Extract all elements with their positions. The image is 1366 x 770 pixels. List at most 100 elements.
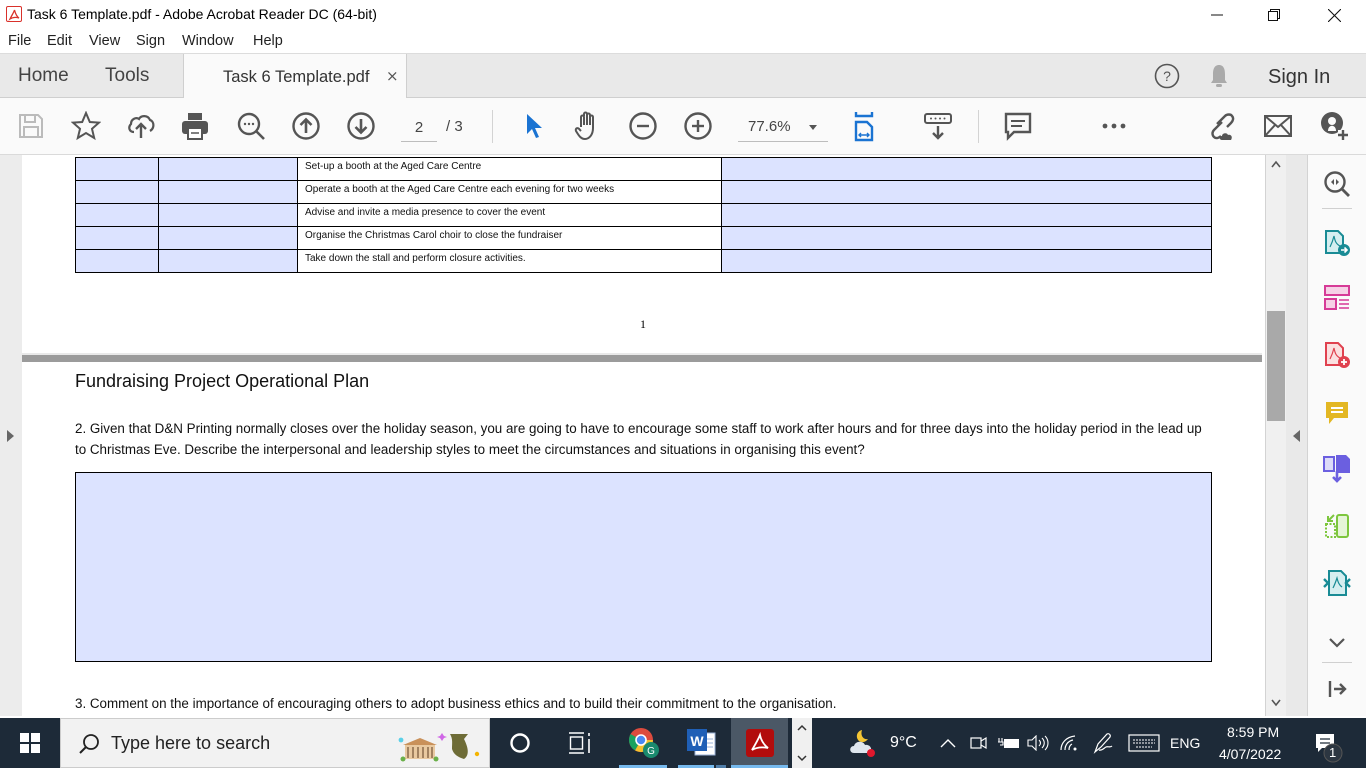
zoom-out-icon[interactable] [627,110,659,142]
hand-icon[interactable] [572,110,604,142]
combine-files-icon[interactable] [1322,453,1352,483]
taskbar-chrome[interactable]: G [619,718,669,768]
pen-workspace-tray-icon[interactable] [1090,718,1116,768]
share-link-icon[interactable] [1205,110,1237,142]
fit-page-icon[interactable] [852,110,884,142]
form-field-cell[interactable] [75,226,159,250]
help-icon[interactable]: ? [1154,63,1180,89]
create-form-icon[interactable] [1322,283,1352,313]
weather-widget[interactable] [846,718,882,768]
menu-view[interactable]: View [89,33,120,49]
scrollbar-thumb[interactable] [1267,311,1285,421]
action-center-button[interactable]: 1 [1306,726,1346,766]
add-user-icon[interactable] [1318,110,1350,142]
close-window-button[interactable] [1311,0,1357,30]
menu-window[interactable]: Window [182,33,234,49]
acrobat-app-icon [6,6,22,22]
menu-help[interactable]: Help [253,33,283,49]
clock[interactable]: 8:59 PM 4/07/2022 [1212,722,1282,766]
form-field-cell[interactable] [721,226,1212,250]
form-field-cell[interactable] [75,249,159,273]
right-pane-toggle[interactable] [1286,155,1308,716]
volume-tray-icon[interactable] [1026,718,1050,768]
pdf-page-2: Fundraising Project Operational Plan 2. … [22,362,1262,716]
select-arrow-icon[interactable] [518,110,550,142]
save-icon[interactable] [15,110,47,142]
zoom-level-dropdown[interactable]: 77.6% [738,114,828,142]
scroll-down-icon[interactable] [1270,698,1282,708]
page-number-input[interactable] [401,114,437,142]
close-tab-icon[interactable]: × [386,67,399,85]
taskbar-overflow-scroller[interactable] [792,718,812,768]
export-pdf-icon[interactable] [1322,228,1352,258]
show-hidden-icons-button[interactable] [937,718,959,768]
page-up-icon[interactable] [290,110,322,142]
organize-pages-icon[interactable] [1322,511,1352,541]
touch-keyboard-tray-icon[interactable] [1126,718,1162,768]
form-field-cell[interactable] [721,180,1212,204]
notifications-bell-icon[interactable] [1208,63,1230,89]
toolbar-divider [492,110,493,143]
minimize-button[interactable] [1194,0,1240,30]
zoom-tool-icon[interactable] [1322,169,1352,199]
menu-sign[interactable]: Sign [136,33,165,49]
page-down-icon[interactable] [345,110,377,142]
document-viewport[interactable]: Set-up a booth at the Aged Care Centre Op… [0,155,1262,716]
vertical-scrollbar[interactable] [1265,155,1286,716]
wifi-tray-icon[interactable] [1057,718,1081,768]
form-field-cell[interactable] [158,157,298,181]
pane-divider [1322,662,1352,663]
answer-2-field[interactable] [75,472,1212,662]
comment-tool-icon[interactable] [1322,398,1352,428]
form-field-cell[interactable] [158,226,298,250]
form-field-cell[interactable] [721,157,1212,181]
form-field-cell[interactable] [75,203,159,227]
notification-count-badge: 1 [1329,745,1337,760]
tab-document[interactable]: Task 6 Template.pdf × [183,54,407,98]
restore-button[interactable] [1251,0,1297,30]
comment-icon[interactable] [1002,110,1034,142]
taskbar-search-box[interactable]: Type here to search [60,718,490,768]
menu-edit[interactable]: Edit [47,33,72,49]
bookmark-star-icon[interactable] [70,110,102,142]
table-row: Set-up a booth at the Aged Care Centre [75,157,1212,181]
upload-cloud-icon[interactable] [125,110,157,142]
zoom-in-icon[interactable] [682,110,714,142]
input-language-indicator[interactable]: ENG [1170,735,1200,751]
compress-pdf-icon[interactable] [1322,568,1352,598]
form-field-cell[interactable] [158,180,298,204]
print-icon[interactable] [179,110,211,142]
meet-now-tray-icon[interactable] [968,718,990,768]
form-field-cell[interactable] [158,249,298,273]
more-icon[interactable] [1098,110,1130,142]
scroll-up-icon[interactable] [1270,159,1282,169]
form-field-cell[interactable] [158,203,298,227]
email-icon[interactable] [1262,110,1294,142]
find-icon[interactable] [235,110,267,142]
keyboard-scroll-icon[interactable] [922,110,954,142]
battery-tray-icon[interactable] [996,718,1022,768]
tab-tools[interactable]: Tools [105,65,149,87]
chevron-down-icon[interactable] [797,754,807,762]
collapse-pane-icon[interactable] [1322,674,1352,704]
chevron-up-icon[interactable] [797,724,807,732]
create-pdf-icon[interactable] [1322,340,1352,370]
form-field-cell[interactable] [75,157,159,181]
weather-temperature[interactable]: 9°C [890,734,917,752]
cortana-button[interactable] [496,718,544,768]
page-total: / 3 [446,118,463,135]
left-pane-toggle[interactable] [0,155,22,716]
sign-in-button[interactable]: Sign In [1268,66,1330,89]
chrome-profile-icon: G [628,728,659,758]
form-field-cell[interactable] [721,249,1212,273]
tab-home[interactable]: Home [18,65,69,87]
form-field-cell[interactable] [75,180,159,204]
taskbar-word[interactable]: W [678,718,726,768]
menu-file[interactable]: File [8,33,31,49]
form-field-cell[interactable] [721,203,1212,227]
page-number-footer: 1 [640,317,646,331]
taskbar-acrobat-active[interactable] [731,718,788,768]
start-button[interactable] [0,718,60,768]
more-tools-chevron-icon[interactable] [1322,628,1352,658]
task-view-button[interactable] [556,718,604,768]
